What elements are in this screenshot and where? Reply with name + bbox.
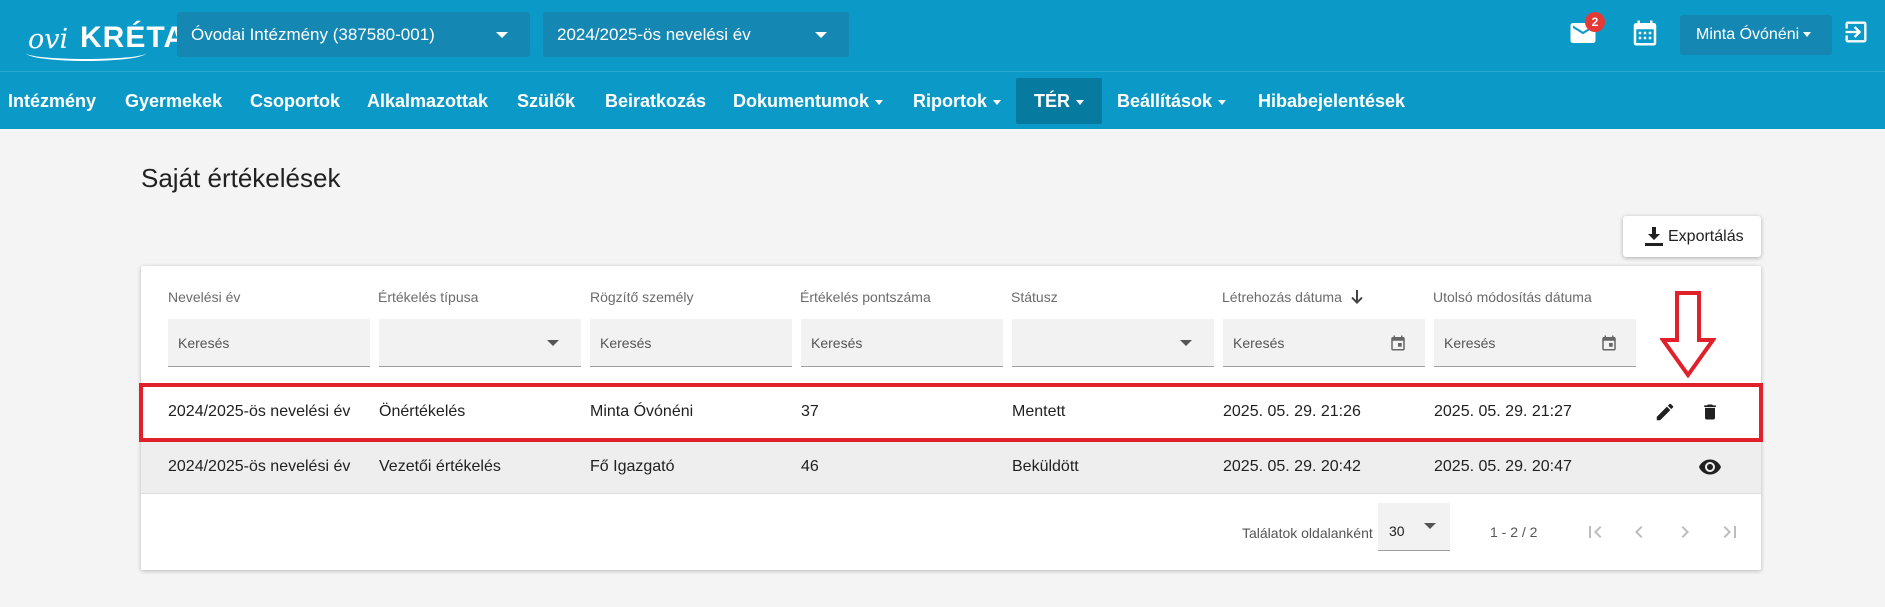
column-header-statusz[interactable]: Státusz [1011,289,1058,305]
nav-item-beiratkozas[interactable]: Beiratkozás [605,72,706,130]
per-page-label: Találatok oldalanként [1242,525,1373,541]
nav-item-dokumentumok[interactable]: Dokumentumok [733,72,884,130]
nav-item-intezmeny[interactable]: Intézmény [8,72,96,130]
nav-item-label: Dokumentumok [733,91,870,111]
user-name: Minta Óvónéni [1696,26,1800,43]
nav-item-label: Csoportok [250,91,340,111]
export-button[interactable]: Exportálás [1623,216,1761,257]
cell-ertekeles-tipusa: Vezetői értékelés [379,458,501,475]
chevron-down-icon [547,340,559,346]
column-header-ertekeles-tipusa[interactable]: Értékelés típusa [378,289,478,305]
school-year-select-value: 2024/2025-ös nevelési év [557,25,751,44]
cell-ertekeles-tipusa: Önértékelés [379,403,466,420]
nav-item-csoportok[interactable]: Csoportok [250,72,340,130]
edit-icon[interactable] [1654,401,1676,423]
caret-down-icon [1076,99,1084,105]
nav-item-label: TÉR [1034,91,1070,111]
nav-item-szulok[interactable]: Szülők [517,72,575,130]
column-header-letrehozas-datuma[interactable]: Létrehozás dátuma [1222,289,1364,305]
pager-range: 1 - 2 / 2 [1490,524,1538,540]
view-icon[interactable] [1697,455,1723,479]
chevron-down-icon [1180,340,1192,346]
delete-icon[interactable] [1700,401,1720,423]
filter-statusz-select[interactable] [1012,319,1214,367]
calendar-button[interactable] [1630,18,1664,52]
nav-item-riportok[interactable]: Riportok [913,72,1001,130]
school-year-select[interactable]: 2024/2025-ös nevelési év [543,12,849,57]
nav-item-beallitasok[interactable]: Beállítások [1117,72,1227,130]
chevron-down-icon [496,32,508,38]
column-header-utolso-modositas-datuma[interactable]: Utolsó módosítás dátuma [1433,289,1592,305]
cell-letrehozas-datuma: 2025. 05. 29. 20:42 [1223,458,1361,475]
chevron-down-icon [815,32,827,38]
last-page-icon[interactable] [1718,520,1742,544]
cell-utolso-modositas: 2025. 05. 29. 21:27 [1434,403,1572,420]
logout-button[interactable] [1842,18,1876,52]
cell-rogzito-szemely: Minta Óvónéni [590,403,694,420]
column-header-nevelesi-ev[interactable]: Nevelési év [168,289,240,305]
annotation-arrow-icon [1660,291,1716,378]
filter-rogzito-szemely-input[interactable]: Keresés [590,319,792,367]
institution-select-value: Óvodai Intézmény (387580-001) [191,25,435,44]
cell-statusz: Mentett [1012,403,1066,420]
filter-utolso-modositas-datuma-input[interactable]: Keresés [1434,319,1636,367]
previous-page-icon[interactable] [1627,520,1651,544]
nav-item-alkalmazottak[interactable]: Alkalmazottak [367,72,488,130]
nav-item-gyermekek[interactable]: Gyermekek [125,72,222,130]
caret-down-icon [1803,32,1812,38]
cell-utolso-modositas: 2025. 05. 29. 20:47 [1434,458,1572,475]
filter-letrehozas-datuma-input[interactable]: Keresés [1223,319,1425,367]
export-label: Exportálás [1668,228,1744,245]
filter-ertekeles-tipusa-select[interactable] [379,319,581,367]
page-title: Saját értékelések [141,163,341,193]
cell-nevelesi-ev: 2024/2025-ös nevelési év [168,458,351,475]
nav-item-label: Intézmény [8,91,97,111]
per-page-value: 30 [1389,523,1405,539]
caret-down-icon [1218,99,1227,105]
nav-item-label: Hibabejelentések [1258,91,1406,111]
nav-item-label: Beállítások [1117,91,1213,111]
user-menu-button[interactable]: Minta Óvónéni [1680,15,1832,55]
cell-statusz: Beküldött [1012,458,1079,475]
calendar-icon [1633,20,1657,46]
ovikreta-logo[interactable]: ovi KRÉTA [24,16,185,61]
column-header-ertekeles-pontszama[interactable]: Értékelés pontszáma [800,289,931,305]
institution-select[interactable]: Óvodai Intézmény (387580-001) [177,12,530,57]
logout-icon [1845,21,1867,43]
nav-item-label: Beiratkozás [605,91,707,111]
nav-item-hibabejelentesek[interactable]: Hibabejelentések [1258,72,1405,130]
caret-down-icon [875,99,884,105]
caret-down-icon [993,99,1001,105]
cell-pontszam: 46 [801,458,819,475]
nav-item-ter[interactable]: TÉR [1016,78,1102,124]
sort-descending-icon [1351,290,1363,304]
calendar-icon[interactable] [1600,334,1618,352]
main-nav: Intézmény Gyermekek Csoportok Alkalmazot… [0,71,1885,129]
cell-pontszam: 37 [801,403,819,420]
calendar-icon[interactable] [1389,334,1407,352]
download-icon [1645,227,1663,246]
filter-ertekeles-pontszama-input[interactable]: Keresés [801,319,1003,367]
cell-rogzito-szemely: Fő Igazgató [590,458,675,475]
chevron-down-icon [1424,523,1436,529]
top-bar: ovi KRÉTA Óvodai Intézmény (387580-001) … [0,0,1885,71]
column-header-rogzito-szemely[interactable]: Rögzítő személy [590,289,693,305]
nav-item-label: Riportok [913,91,987,111]
table-row[interactable]: 2024/2025-ös nevelési év Vezetői értékel… [141,440,1761,494]
per-page-select[interactable]: 30 [1378,503,1450,551]
table-row[interactable]: 2024/2025-ös nevelési év Önértékelés Min… [141,385,1761,439]
cell-letrehozas-datuma: 2025. 05. 29. 21:26 [1223,403,1361,420]
nav-item-label: Alkalmazottak [367,91,489,111]
mail-badge: 2 [1585,12,1605,32]
first-page-icon[interactable] [1583,520,1607,544]
nav-item-label: Szülők [517,91,576,111]
cell-nevelesi-ev: 2024/2025-ös nevelési év [168,403,351,420]
nav-item-label: Gyermekek [125,91,223,111]
filter-nevelesi-ev-input[interactable]: Keresés [168,319,370,367]
next-page-icon[interactable] [1673,520,1697,544]
